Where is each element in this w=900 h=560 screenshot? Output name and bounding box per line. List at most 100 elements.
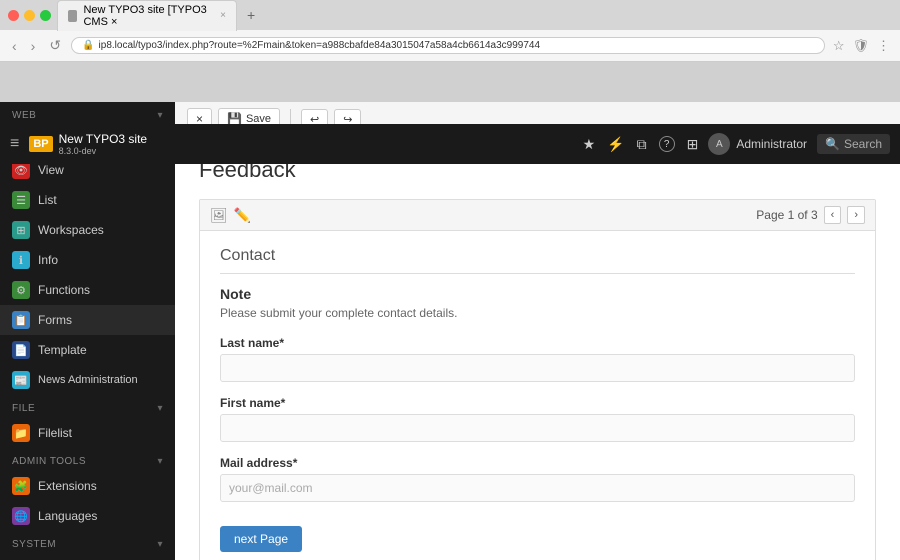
sidebar-template-label: Template — [38, 343, 87, 357]
sidebar-item-forms[interactable]: 📋 Forms — [0, 305, 175, 335]
sidebar-info-label: Info — [38, 253, 58, 267]
tab-title: New TYPO3 site [TYPO3 CMS × — [83, 4, 210, 28]
user-name: Administrator — [736, 137, 807, 151]
sidebar-news-label: News Administration — [38, 374, 138, 386]
form-body: Contact Note Please submit your complete… — [200, 231, 875, 560]
traffic-lights — [8, 10, 51, 21]
pagination-prev-button[interactable]: ‹ — [824, 206, 842, 224]
sidebar-item-access[interactable]: 🔒 Access — [0, 554, 175, 560]
search-button[interactable]: 🔍 Search — [817, 134, 890, 154]
browser-chrome: New TYPO3 site [TYPO3 CMS × × + ‹ › ↺ 🔒 … — [0, 0, 900, 62]
maximize-traffic-light[interactable] — [40, 10, 51, 21]
copy-icon[interactable]: ⧉ — [637, 136, 647, 153]
lastname-field-group: Last name* — [220, 336, 855, 382]
firstname-label: First name* — [220, 396, 855, 410]
logo-title: New TYPO3 site — [59, 132, 147, 146]
user-avatar: A — [708, 133, 730, 155]
pagination-next-button[interactable]: › — [847, 206, 865, 224]
main-content: × 💾 Save ↩ ↪ Feedback — [175, 102, 900, 560]
filelist-icon: 📁 — [12, 424, 30, 442]
functions-icon: ⚙ — [12, 281, 30, 299]
info-icon: ℹ — [12, 251, 30, 269]
sidebar-item-filelist[interactable]: 📁 Filelist — [0, 418, 175, 448]
browser-address-bar: ‹ › ↺ 🔒 ip8.local/typo3/index.php?route=… — [0, 30, 900, 62]
bookmark-icon[interactable]: ☆ — [831, 36, 847, 56]
file-section-arrow: ▾ — [157, 403, 163, 414]
web-section-label: WEB — [12, 110, 36, 121]
search-icon: 🔍 — [825, 137, 840, 151]
shield-icon[interactable]: 🛡 — [850, 36, 871, 56]
lastname-input[interactable] — [220, 354, 855, 382]
form-header: 🖼 ✏️ Page 1 of 3 ‹ › — [200, 200, 875, 231]
sidebar-item-workspaces[interactable]: ⊞ Workspaces — [0, 215, 175, 245]
address-text: ip8.local/typo3/index.php?route=%2Fmain&… — [99, 40, 540, 51]
sidebar-item-list[interactable]: ☰ List — [0, 185, 175, 215]
sidebar-functions-label: Functions — [38, 283, 90, 297]
search-label: Search — [844, 137, 882, 151]
note-text: Please submit your complete contact deta… — [220, 306, 855, 320]
grid-icon[interactable]: ⊞ — [687, 136, 699, 153]
sidebar-item-extensions[interactable]: 🧩 Extensions — [0, 471, 175, 501]
sidebar-section-system: SYSTEM ▾ — [0, 531, 175, 554]
admin-section-arrow: ▾ — [157, 456, 163, 467]
logo-bp: BP — [29, 136, 52, 152]
form-header-icons: 🖼 ✏️ — [210, 207, 251, 224]
sidebar-item-template[interactable]: 📄 Template — [0, 335, 175, 365]
question-icon[interactable]: ? — [659, 136, 675, 152]
new-tab-button[interactable]: + — [243, 7, 259, 23]
note-title: Note — [220, 286, 855, 302]
sidebar-view-label: View — [38, 163, 64, 177]
sidebar-item-info[interactable]: ℹ Info — [0, 245, 175, 275]
star-icon[interactable]: ★ — [583, 136, 596, 153]
browser-forward-button[interactable]: › — [27, 36, 40, 56]
browser-back-button[interactable]: ‹ — [8, 36, 21, 56]
content-area: Feedback 🖼 ✏️ Page 1 of 3 ‹ › — [175, 137, 900, 560]
bolt-icon[interactable]: ⚡ — [607, 136, 624, 153]
pagination: Page 1 of 3 ‹ › — [756, 206, 865, 224]
languages-icon: 🌐 — [12, 507, 30, 525]
tab-close-btn[interactable]: × — [220, 10, 226, 21]
pagination-text: Page 1 of 3 — [756, 208, 817, 222]
form-edit-icon[interactable]: 🖼 — [210, 207, 228, 224]
admin-section-label: ADMIN TOOLS — [12, 456, 86, 467]
browser-reload-button[interactable]: ↺ — [45, 35, 65, 56]
list-icon: ☰ — [12, 191, 30, 209]
browser-tab[interactable]: New TYPO3 site [TYPO3 CMS × × — [57, 0, 237, 31]
hamburger-icon[interactable]: ≡ — [10, 135, 19, 153]
address-input[interactable]: 🔒 ip8.local/typo3/index.php?route=%2Fmai… — [71, 37, 825, 54]
sidebar-item-news[interactable]: 📰 News Administration — [0, 365, 175, 395]
app-layout: WEB ▾ 📄 Page 👁 View ☰ List ⊞ Workspaces … — [0, 102, 900, 560]
form-container: 🖼 ✏️ Page 1 of 3 ‹ › Contact Note Please… — [199, 199, 876, 560]
minimize-traffic-light[interactable] — [24, 10, 35, 21]
sidebar-section-admin: ADMIN TOOLS ▾ — [0, 448, 175, 471]
system-section-label: SYSTEM — [12, 539, 56, 550]
template-icon: 📄 — [12, 341, 30, 359]
extensions-icon: 🧩 — [12, 477, 30, 495]
sidebar-filelist-label: Filelist — [38, 426, 72, 440]
firstname-field-group: First name* — [220, 396, 855, 442]
user-menu[interactable]: A Administrator — [708, 133, 807, 155]
close-traffic-light[interactable] — [8, 10, 19, 21]
browser-title-bar: New TYPO3 site [TYPO3 CMS × × + — [0, 0, 900, 30]
more-options-icon[interactable]: ⋮ — [875, 36, 892, 56]
firstname-input[interactable] — [220, 414, 855, 442]
sidebar-languages-label: Languages — [38, 509, 97, 523]
contact-section-title: Contact — [220, 247, 855, 274]
tab-favicon — [68, 10, 77, 22]
sidebar-item-languages[interactable]: 🌐 Languages — [0, 501, 175, 531]
top-bar: ≡ BP New TYPO3 site 8.3.0-dev ★ ⚡ ⧉ ? ⊞ … — [0, 124, 900, 164]
news-icon: 📰 — [12, 371, 30, 389]
web-section-arrow: ▾ — [157, 110, 163, 121]
workspaces-icon: ⊞ — [12, 221, 30, 239]
sidebar-section-file: FILE ▾ — [0, 395, 175, 418]
system-section-arrow: ▾ — [157, 539, 163, 550]
mail-label: Mail address* — [220, 456, 855, 470]
mail-input[interactable] — [220, 474, 855, 502]
next-page-button[interactable]: next Page — [220, 526, 302, 552]
logo: BP New TYPO3 site 8.3.0-dev — [29, 132, 147, 156]
form-settings-icon[interactable]: ✏️ — [234, 207, 251, 224]
file-section-label: FILE — [12, 403, 35, 414]
sidebar-section-web: WEB ▾ — [0, 102, 175, 125]
lastname-label: Last name* — [220, 336, 855, 350]
sidebar-item-functions[interactable]: ⚙ Functions — [0, 275, 175, 305]
